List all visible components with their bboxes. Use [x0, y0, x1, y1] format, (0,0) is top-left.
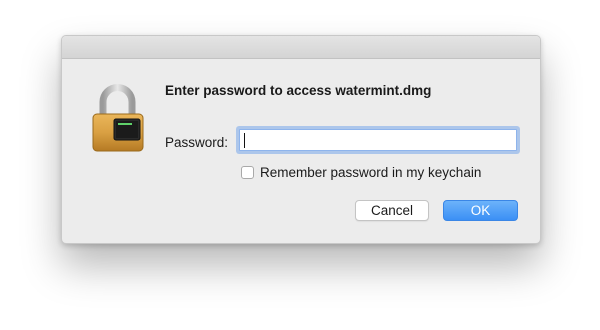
cancel-button[interactable]: Cancel	[355, 200, 429, 221]
remember-checkbox[interactable]	[241, 165, 254, 179]
password-label: Password:	[165, 135, 229, 150]
ok-button[interactable]: OK	[443, 200, 518, 221]
remember-label[interactable]: Remember password in my keychain	[260, 165, 481, 180]
remember-row[interactable]: Remember password in my keychain	[241, 163, 481, 181]
password-field[interactable]	[239, 129, 517, 151]
dialog-heading: Enter password to access watermint.dmg	[165, 83, 432, 98]
password-dialog: Enter password to access watermint.dmg P…	[61, 35, 541, 244]
lock-icon	[89, 82, 155, 152]
text-caret	[244, 133, 245, 148]
dialog-titlebar	[62, 36, 540, 59]
